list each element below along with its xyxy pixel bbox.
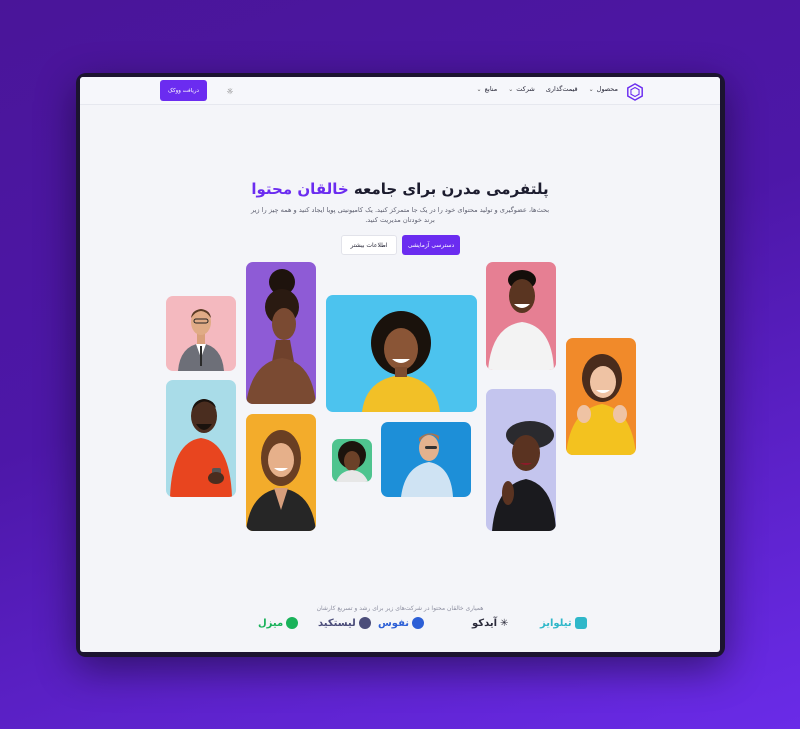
- chevron-down-icon: ⌄: [476, 85, 482, 93]
- menu-item-label: شرکت: [516, 85, 535, 93]
- creator-photo-featured: [326, 295, 477, 412]
- menu-item-pricing[interactable]: قیمت‌گذاری: [546, 85, 578, 93]
- sun-icon[interactable]: ☼: [225, 86, 235, 96]
- learn-more-button[interactable]: اطلاعات بیشتر: [341, 235, 397, 255]
- menu-item-label: محصول: [596, 85, 618, 93]
- menu-item-resources[interactable]: منابع ⌄: [477, 85, 498, 93]
- mizel-logo-icon: [286, 617, 299, 629]
- creator-photo-tee: [486, 262, 556, 370]
- hero-subtitle: بحث‌ها، عضوگیری و تولید محتوای خود را در…: [250, 206, 550, 224]
- partner-logo-tilwise: تیلوایز: [540, 615, 587, 631]
- creator-photo-veil: [486, 389, 556, 531]
- top-navbar: محصول ⌄ قیمت‌گذاری شرکت ⌄ منابع ⌄ ☼ دریا…: [80, 77, 720, 105]
- partners-caption: همیاری خالقان محتوا در شرکت‌های زیر برای…: [316, 605, 484, 612]
- creator-photo-sweater: [566, 338, 636, 455]
- creator-photo-bun: [246, 262, 316, 404]
- get-started-button[interactable]: دریافت ووکک: [160, 80, 207, 101]
- nofus-logo-icon: [412, 617, 425, 629]
- gear-icon: ✳: [500, 617, 509, 629]
- tilwise-logo-icon: [574, 617, 587, 629]
- partner-logo-label: میزل: [258, 617, 284, 629]
- menu-item-company[interactable]: شرکت ⌄: [508, 85, 535, 93]
- website-screen: محصول ⌄ قیمت‌گذاری شرکت ⌄ منابع ⌄ ☼ دریا…: [80, 77, 720, 652]
- creator-photo-profile: [381, 422, 471, 497]
- main-menu: محصول ⌄ قیمت‌گذاری شرکت ⌄ منابع ⌄: [477, 85, 618, 93]
- hexagon-logo-icon[interactable]: [626, 83, 644, 101]
- trial-access-button[interactable]: دسترسی آزمایشی: [402, 235, 460, 255]
- title-main: پلتفرمی مدرن برای جامعه: [348, 180, 549, 198]
- creator-photo-leather: [246, 414, 316, 531]
- partner-logo-label: نفوس: [378, 617, 410, 629]
- creator-photo-phone: [166, 380, 236, 497]
- partner-logo-label: تیلوایز: [540, 617, 572, 629]
- chevron-down-icon: ⌄: [508, 85, 514, 93]
- partner-logo-label: لیستکید: [318, 617, 356, 629]
- creator-photo-afro: [332, 439, 372, 482]
- partner-logo-aidco: ✳ آیدکو: [472, 615, 508, 631]
- partner-logo-mizel: میزل: [258, 615, 299, 631]
- title-accent: خالقان محتوا: [251, 180, 349, 198]
- page-title: پلتفرمی مدرن برای جامعه خالقان محتوا: [80, 180, 720, 198]
- listkid-logo-icon: [358, 617, 371, 629]
- partner-logo-nofus: نفوس: [378, 615, 425, 631]
- creator-photo-suit: [166, 296, 236, 371]
- menu-item-product[interactable]: محصول ⌄: [589, 85, 618, 93]
- chevron-down-icon: ⌄: [588, 85, 594, 93]
- partner-logo-listkid: لیستکید: [318, 615, 371, 631]
- menu-item-label: منابع: [484, 85, 498, 93]
- menu-item-label: قیمت‌گذاری: [545, 85, 578, 93]
- partner-logo-label: آیدکو: [472, 617, 498, 629]
